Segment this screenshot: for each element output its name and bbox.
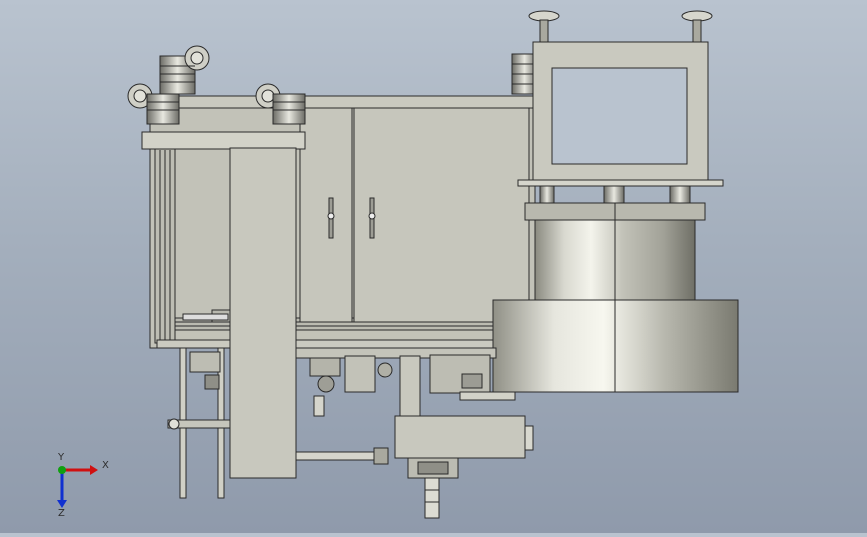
vertical-column[interactable] — [167, 347, 231, 499]
y-axis-dot-icon — [58, 466, 66, 474]
caster-wheel[interactable] — [159, 45, 210, 95]
axis-triad: X Y Z — [57, 452, 109, 519]
cylinder-large[interactable] — [492, 299, 739, 393]
cad-graphics-area[interactable]: X Y Z — [0, 0, 867, 533]
x-arrowhead-icon — [90, 465, 98, 475]
x-axis-label: X — [102, 460, 109, 471]
y-axis-label: Y — [57, 452, 65, 463]
cabinet-door-left[interactable] — [299, 107, 353, 323]
z-arrowhead-icon — [57, 500, 67, 508]
z-axis-label: Z — [58, 508, 65, 519]
leveling-foot[interactable] — [681, 10, 713, 43]
leveling-foot[interactable] — [528, 10, 560, 43]
cabinet-door-right[interactable] — [353, 107, 530, 323]
cad-model-view[interactable] — [0, 0, 867, 533]
cylinder-upper[interactable] — [524, 185, 706, 303]
mount-bracket[interactable] — [517, 41, 724, 187]
